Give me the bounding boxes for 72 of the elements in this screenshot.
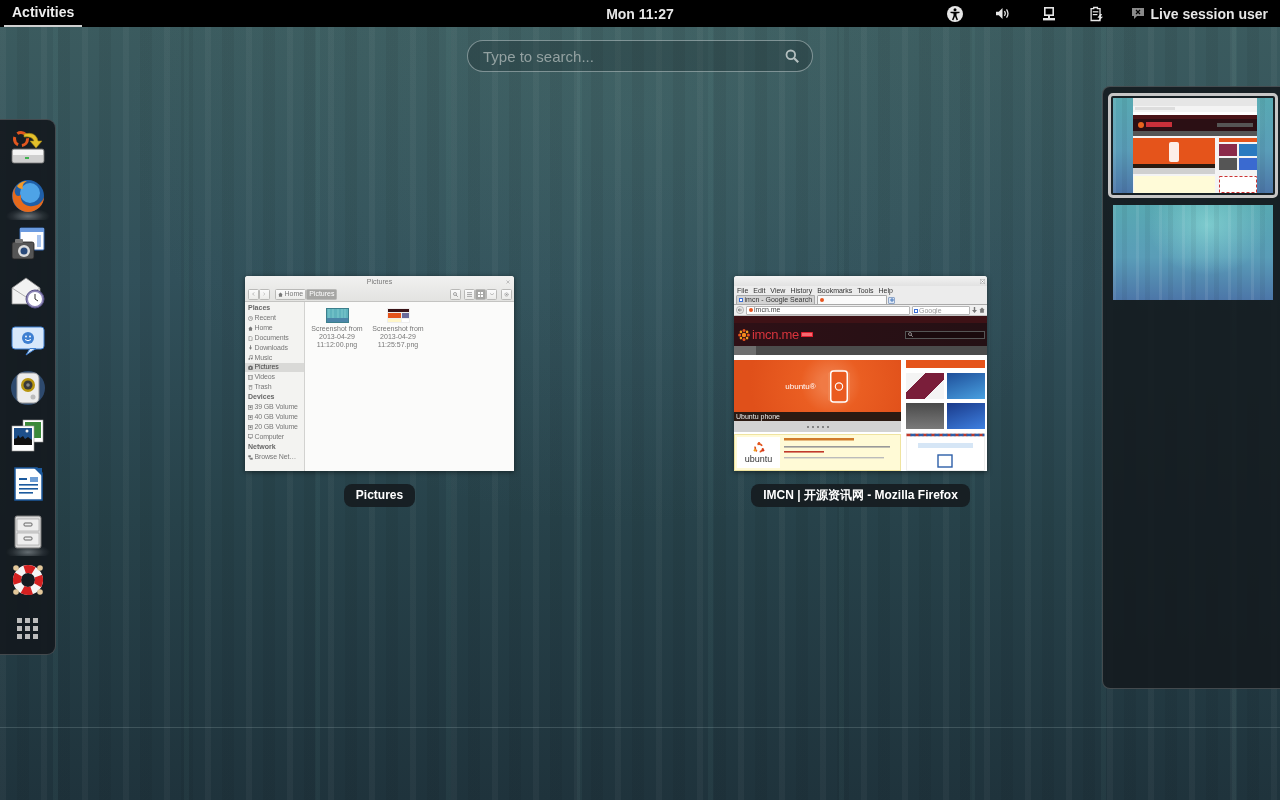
banner-text: ubuntu® (785, 381, 816, 391)
document-icon (248, 335, 253, 341)
close-icon (980, 278, 985, 284)
trash-icon (248, 384, 253, 390)
search-field[interactable]: Type to search... (467, 40, 813, 72)
photo-placeholder (947, 403, 985, 429)
photo-placeholder (947, 373, 985, 399)
search-icon (785, 49, 799, 63)
home-icon (979, 307, 985, 313)
nav-item-highlight (734, 346, 756, 355)
phone-icon (827, 367, 850, 405)
pager-dot-icon (826, 425, 829, 428)
monitor-icon (1043, 5, 1056, 22)
speaker-icon (9, 370, 46, 406)
chevron-left-icon (252, 292, 255, 296)
pager-dot-icon (821, 425, 824, 428)
download-icon (248, 345, 253, 351)
window-caption: IMCN | 开源资讯网 - Mozilla Firefox (751, 484, 970, 507)
plus-icon (889, 298, 894, 302)
search-icon (908, 332, 913, 337)
photos-icon (9, 418, 46, 454)
caret-down-icon (489, 292, 494, 296)
chevron-right-icon (263, 292, 266, 296)
user-menu-button[interactable]: Live session user (1123, 0, 1276, 27)
film-icon (248, 374, 253, 380)
back-arrow-icon (736, 306, 744, 314)
home-icon (278, 291, 283, 297)
clock-icon (248, 316, 253, 321)
workspace-thumbnail[interactable] (1113, 204, 1273, 300)
pager-dot-icon (816, 425, 819, 428)
drive-arrow-icon (9, 130, 46, 166)
image-thumbnail (386, 308, 410, 323)
pager-dot-icon (806, 425, 809, 428)
favicon-icon (739, 298, 743, 302)
logo-text: ubuntu (744, 453, 773, 464)
volume-icon (995, 7, 1010, 20)
camera-icon (248, 364, 253, 370)
site-logo-text: imcn.me (752, 327, 800, 342)
flower-logo-icon (738, 328, 750, 341)
download-icon (972, 307, 977, 313)
new-tab-button[interactable] (888, 296, 896, 304)
label-tag-icon (801, 332, 814, 337)
settings-icon (504, 291, 509, 297)
pager-dot-icon (811, 425, 814, 428)
favicon-icon (819, 298, 824, 302)
photo-placeholder (906, 403, 944, 429)
home-icon (248, 325, 253, 331)
favicon-icon (748, 308, 753, 312)
image-thumbnail (325, 308, 349, 323)
camera-window-icon (9, 226, 46, 262)
drive-icon (248, 414, 253, 420)
list-icon (467, 291, 472, 297)
site-search-field[interactable] (905, 330, 985, 339)
computer-icon (248, 434, 253, 440)
grid-icon (478, 291, 483, 297)
workspace-thumbnail[interactable] (1108, 92, 1278, 198)
ring-dots-icon (752, 441, 765, 454)
drive-icon (248, 404, 253, 410)
music-icon (248, 355, 253, 361)
clipboard-bolt-icon (1090, 5, 1103, 22)
search-icon (453, 291, 458, 297)
window-caption: Pictures (343, 484, 416, 507)
network-icon (248, 454, 253, 460)
app-grid-icon (17, 617, 38, 639)
accessibility-icon (947, 5, 964, 22)
drive-icon (248, 424, 253, 430)
activities-button[interactable]: Activities (4, 0, 83, 27)
chat-bubble-icon (1131, 7, 1146, 20)
clock-button[interactable]: Mon 11:27 (598, 0, 682, 27)
favicon-icon (913, 308, 918, 313)
fox-globe-icon (9, 178, 46, 214)
photo-placeholder (906, 373, 944, 399)
